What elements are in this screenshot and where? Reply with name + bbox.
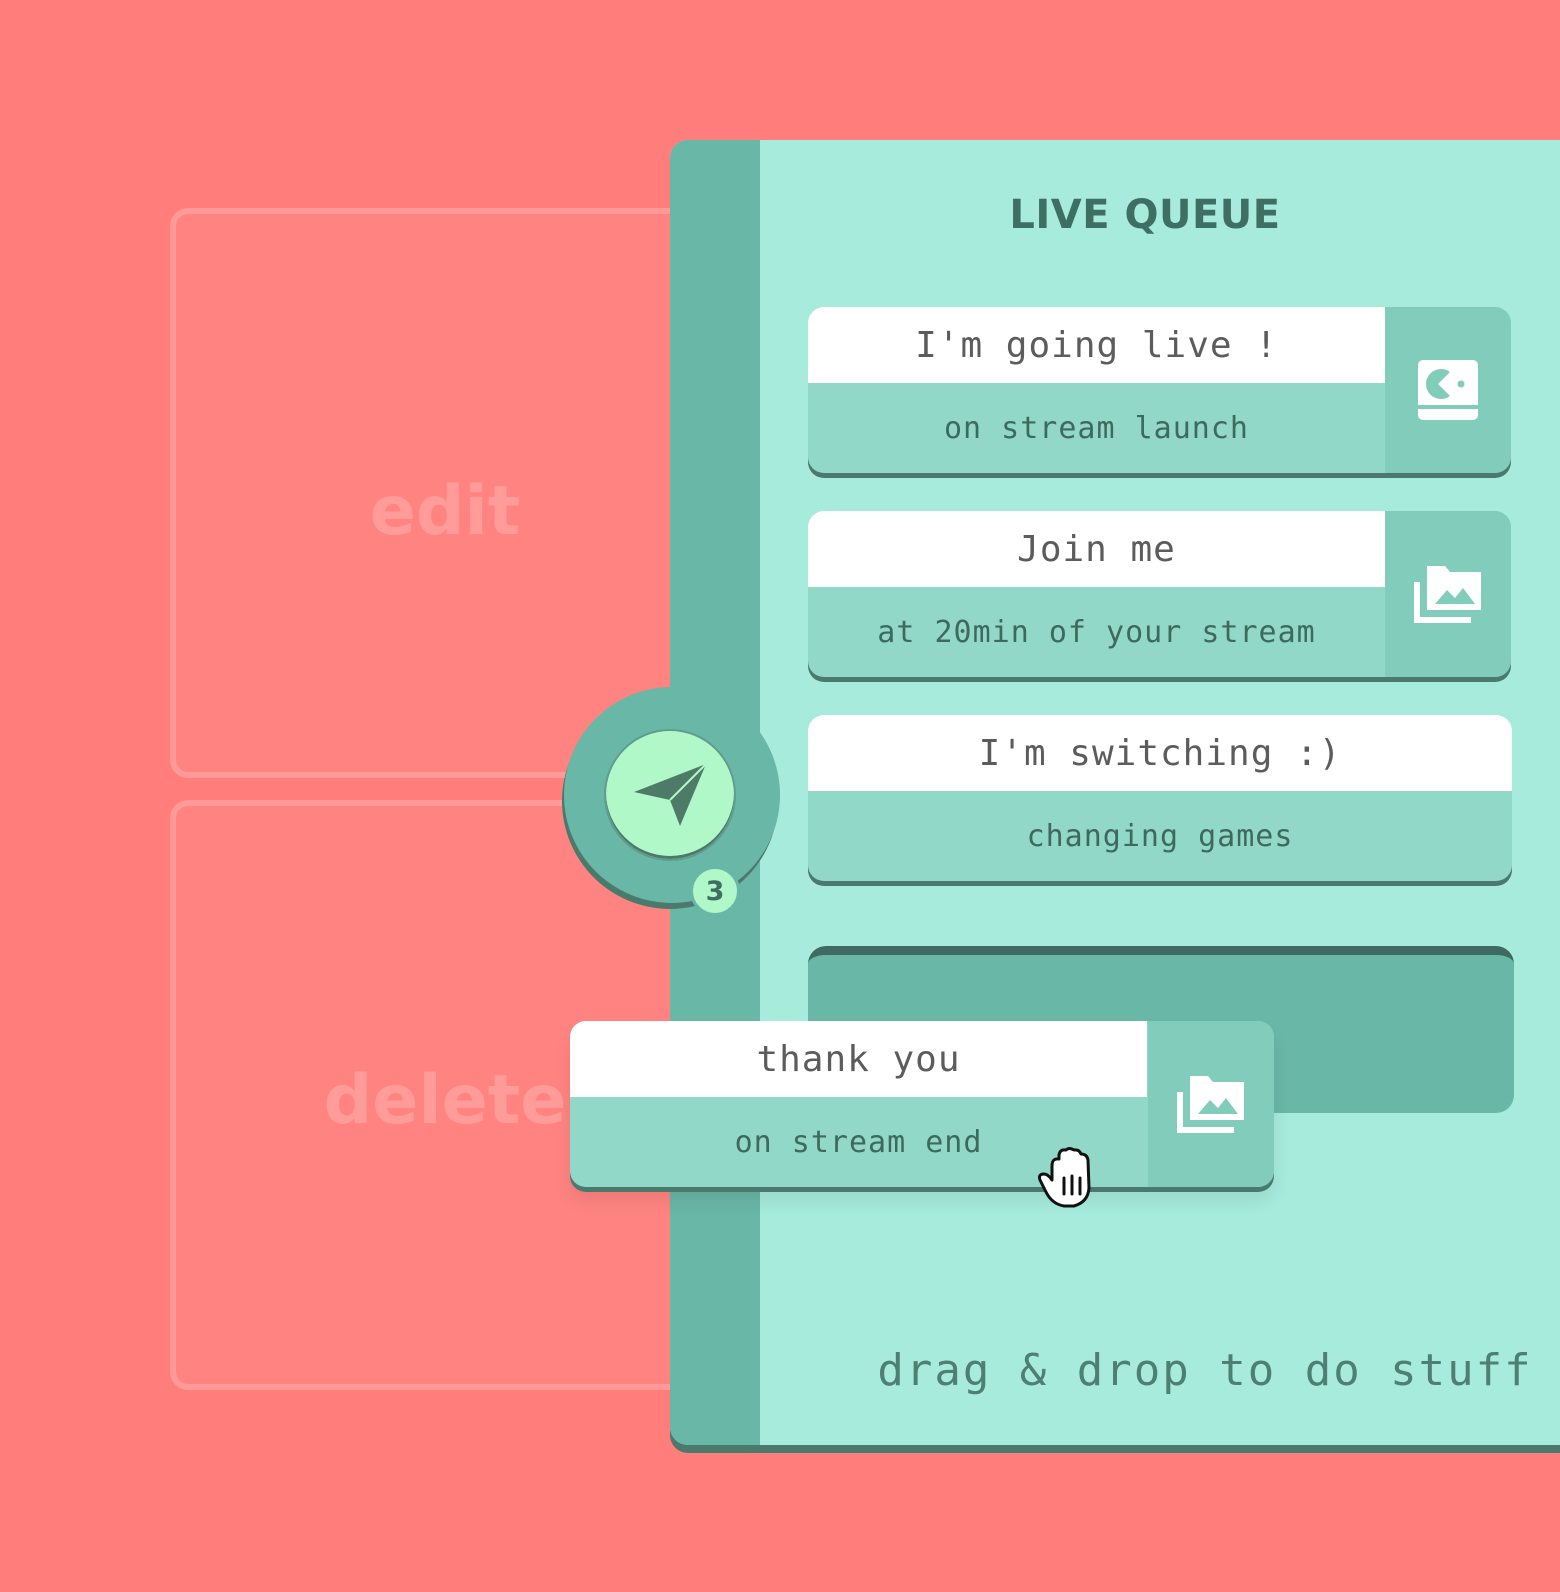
queue-item-trigger: changing games — [1026, 818, 1294, 854]
queue-item[interactable]: I'm switching :) changing games — [808, 715, 1512, 881]
queue-item-title: I'm switching :) — [808, 715, 1512, 791]
queue-item-title: thank you — [570, 1021, 1147, 1097]
queue-item-content: I'm going live ! on stream launch — [808, 307, 1385, 473]
queue-item[interactable]: I'm going live ! on stream launch — [808, 307, 1511, 473]
drag-drop-hint: drag & drop to do stuff — [877, 1345, 1533, 1396]
queue-item-title: I'm going live ! — [808, 307, 1385, 383]
queue-item-media-button[interactable] — [1385, 307, 1511, 473]
queue-item-trigger: at 20min of your stream — [877, 614, 1316, 650]
panel-title: LIVE QUEUE — [1009, 192, 1281, 238]
queue-item-content: I'm switching :) changing games — [808, 715, 1512, 881]
dragging-queue-item[interactable]: thank you on stream end — [570, 1021, 1274, 1187]
grab-cursor-icon — [1038, 1147, 1091, 1208]
queue-item-media-button[interactable] — [1148, 1021, 1274, 1187]
queue-item-title: Join me — [808, 511, 1385, 587]
gallery-icon — [1177, 1076, 1244, 1133]
queue-item[interactable]: Join me at 20min of your stream — [808, 511, 1511, 677]
game-icon — [1418, 360, 1478, 420]
edit-zone-label: edit — [369, 472, 521, 551]
gallery-icon — [1414, 566, 1481, 623]
queue-item-trigger: on stream launch — [944, 410, 1249, 446]
queue-count-badge: 3 — [690, 866, 740, 916]
paper-plane-icon — [634, 763, 707, 826]
queue-item-content: Join me at 20min of your stream — [808, 511, 1385, 677]
send-button[interactable] — [606, 731, 734, 859]
queue-item-media-button[interactable] — [1385, 511, 1511, 677]
